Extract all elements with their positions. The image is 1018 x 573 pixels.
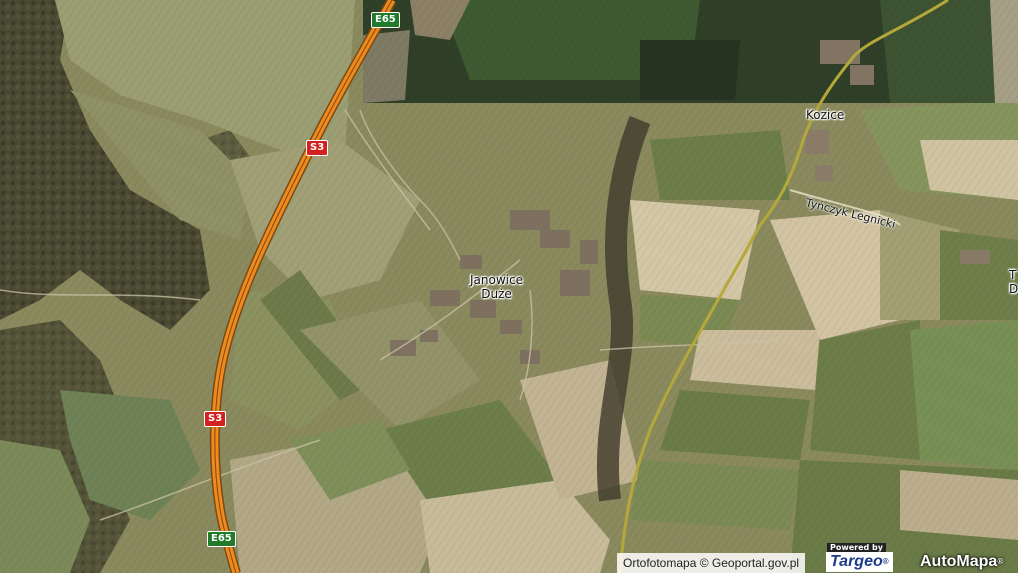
place-label-edge: T D xyxy=(1009,268,1018,296)
automapa-logo-text: AutoMapa xyxy=(920,553,998,570)
road-shield-e65-bottom: E65 xyxy=(207,531,236,547)
imagery-attribution[interactable]: Ortofotomapa © Geoportal.gov.pl xyxy=(617,553,806,573)
place-label-edge-line2: D xyxy=(1009,282,1018,296)
place-label-line2: Duże xyxy=(481,287,512,301)
targeo-logo[interactable]: Targeo® xyxy=(826,552,893,572)
provider-logos[interactable]: Powered by Targeo® AutoMapa® xyxy=(824,543,1018,573)
road-shield-e65-top: E65 xyxy=(371,12,400,28)
road-shield-s3-lower: S3 xyxy=(204,411,227,427)
map-view[interactable]: Janowice Duże Kozice T D Tyńczyk Legnick… xyxy=(0,0,1018,573)
place-label-janowice-duze: Janowice Duże xyxy=(470,273,523,301)
place-label-kozice: Kozice xyxy=(806,108,845,122)
targeo-logo-text: Targeo xyxy=(830,553,883,570)
place-label-line1: Janowice xyxy=(470,273,523,287)
automapa-reg-mark: ® xyxy=(997,557,1004,566)
place-label-edge-line1: T xyxy=(1009,268,1017,282)
road-shield-s3-upper: S3 xyxy=(306,140,329,156)
targeo-reg-mark: ® xyxy=(882,557,889,566)
automapa-logo[interactable]: AutoMapa® xyxy=(920,551,1003,573)
